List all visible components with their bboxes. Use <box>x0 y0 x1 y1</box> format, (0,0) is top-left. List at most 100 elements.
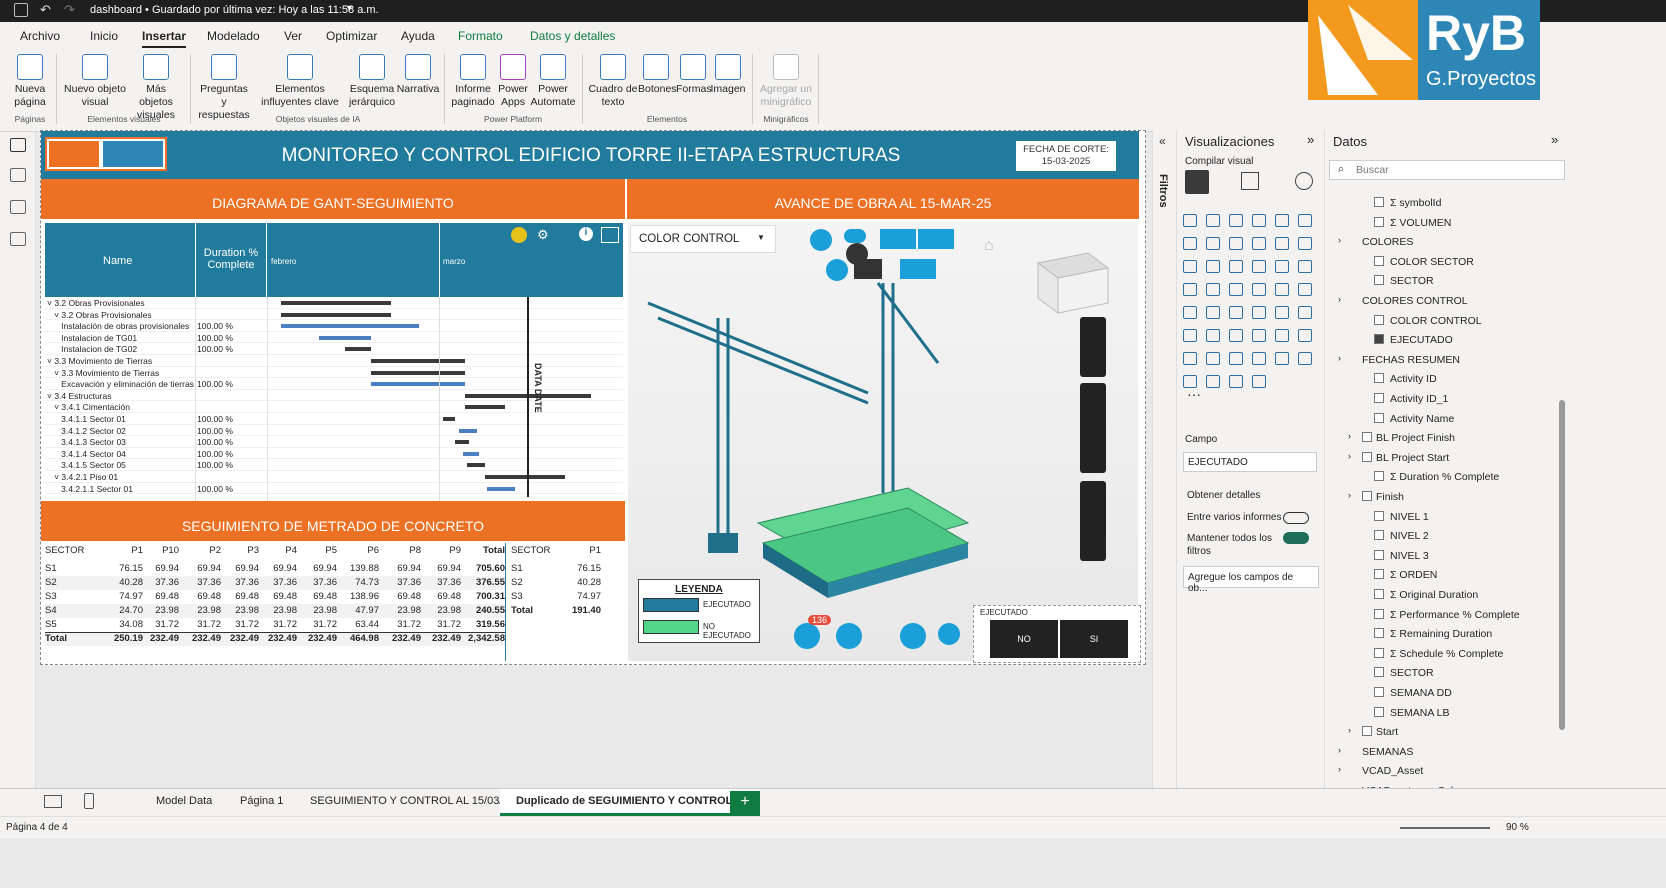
field-checkbox[interactable] <box>1374 255 1384 266</box>
field-checkbox[interactable] <box>1374 569 1384 580</box>
field-checkbox[interactable] <box>1374 667 1384 678</box>
drillthrough-well[interactable]: Agregue los campos de ob... <box>1183 566 1319 594</box>
visual-type-icon[interactable] <box>1275 237 1289 250</box>
build-visual-icon[interactable] <box>1185 170 1209 194</box>
gantt-row[interactable]: ˅ 3.2 Obras Provisionales <box>45 297 623 309</box>
mobile-layout-icon[interactable] <box>84 793 94 809</box>
undo-icon[interactable]: ↶ <box>40 2 51 18</box>
visual-type-icon[interactable] <box>1206 237 1220 250</box>
save-icon[interactable] <box>14 3 28 17</box>
visual-type-icon[interactable] <box>1252 329 1266 342</box>
visual-type-icon[interactable] <box>1206 214 1220 227</box>
keep-filters-toggle[interactable] <box>1283 532 1309 544</box>
zoom-slider[interactable] <box>1400 827 1490 829</box>
chevron-down-icon[interactable]: ▼ <box>345 3 354 13</box>
field-checkbox[interactable] <box>1362 726 1372 737</box>
visual-type-icon[interactable] <box>1183 283 1197 296</box>
narrative-button[interactable]: Narrativa <box>396 54 440 96</box>
chevron-icon[interactable]: › <box>1348 451 1351 461</box>
home-icon[interactable]: ⌂ <box>984 237 994 255</box>
redo-icon[interactable]: ↷ <box>64 2 75 18</box>
report-view-icon[interactable] <box>10 138 26 152</box>
field-item[interactable]: COLOR SECTOR <box>1324 253 1554 271</box>
chevron-icon[interactable]: › <box>1338 745 1341 755</box>
viewer-tool-icon[interactable] <box>880 229 916 249</box>
field-item[interactable]: Σ Original Duration <box>1324 586 1554 604</box>
more-visuals-icon[interactable]: ··· <box>1187 386 1201 402</box>
field-item[interactable]: SEMANA DD <box>1324 684 1554 702</box>
filter-icon[interactable] <box>900 259 936 279</box>
data-search-input[interactable]: ⌕ Buscar <box>1329 160 1565 180</box>
field-item[interactable]: Activity ID_1 <box>1324 390 1554 408</box>
field-item[interactable]: NIVEL 3 <box>1324 547 1554 565</box>
field-item[interactable]: NIVEL 2 <box>1324 527 1554 545</box>
tab-pagina-1[interactable]: Página 1 <box>240 795 283 807</box>
menu-ayuda[interactable]: Ayuda <box>401 29 435 43</box>
gantt-row[interactable]: 3.4.1.3 Sector 03 100.00 % <box>45 436 623 448</box>
visual-type-icon[interactable] <box>1229 329 1243 342</box>
visual-type-icon[interactable] <box>1275 329 1289 342</box>
new-visual-button[interactable]: Nuevo objeto visual <box>62 54 128 109</box>
gantt-row[interactable]: 3.4.1.4 Sector 04 100.00 % <box>45 448 623 460</box>
field-checkbox[interactable] <box>1362 432 1372 443</box>
visual-type-icon[interactable] <box>1183 306 1197 319</box>
gantt-chart[interactable]: Name Duration % Complete febrero marzo ⚙… <box>45 223 623 503</box>
field-item[interactable]: Σ VOLUMEN <box>1324 214 1554 232</box>
gantt-row[interactable]: 3.4.1.5 Sector 05 100.00 % <box>45 459 623 471</box>
field-item[interactable]: › SEMANAS <box>1324 743 1554 761</box>
viewer-tool-icon[interactable] <box>844 229 866 243</box>
visual-type-icon[interactable] <box>1252 306 1266 319</box>
field-item[interactable]: › VCAD_Asset <box>1324 762 1554 780</box>
dax-query-icon[interactable] <box>10 232 26 246</box>
field-item[interactable]: Σ Remaining Duration <box>1324 625 1554 643</box>
power-apps-button[interactable]: Power Apps <box>496 54 530 109</box>
field-item[interactable]: Σ Performance % Complete <box>1324 606 1554 624</box>
chevron-icon[interactable]: › <box>1348 490 1351 500</box>
field-item[interactable]: › BL Project Start <box>1324 449 1554 467</box>
desktop-layout-icon[interactable] <box>44 795 62 808</box>
menu-inicio[interactable]: Inicio <box>90 29 118 43</box>
visual-type-icon[interactable] <box>1252 375 1266 388</box>
visual-type-icon[interactable] <box>1275 260 1289 273</box>
visual-type-icon[interactable] <box>1229 214 1243 227</box>
field-checkbox[interactable] <box>1374 706 1384 717</box>
field-item[interactable]: › BL Project Finish <box>1324 429 1554 447</box>
field-checkbox[interactable] <box>1374 589 1384 599</box>
gantt-row[interactable]: Instalacion de TG02 100.00 % <box>45 343 623 355</box>
field-item[interactable]: › Finish <box>1324 488 1554 506</box>
buttons-button[interactable]: Botones <box>638 54 677 96</box>
settings-icon[interactable] <box>938 623 960 645</box>
visual-type-icon[interactable] <box>1298 237 1312 250</box>
new-page-button[interactable]: Nueva página <box>8 54 52 109</box>
field-checkbox[interactable] <box>1374 197 1384 207</box>
field-checkbox[interactable] <box>1374 471 1384 482</box>
slicer-no[interactable]: NO <box>990 620 1058 658</box>
campo-well[interactable]: EJECUTADO <box>1183 452 1317 472</box>
focus-icon[interactable] <box>601 227 619 243</box>
concrete-table[interactable]: SECTOR P1 P10 P2 P3 P4 P5 P6 P8 P9 Total S1 76.15 69.… <box>45 543 505 653</box>
target-icon[interactable] <box>854 259 882 279</box>
menu-ver[interactable]: Ver <box>284 29 302 43</box>
bim-3d-viewer[interactable]: COLOR CONTROL ▼ ⌂ LEYENDA EJECUTADO NO E… <box>628 223 1138 661</box>
visual-type-icon[interactable] <box>1183 352 1197 365</box>
field-checkbox[interactable] <box>1374 530 1384 541</box>
field-checkbox[interactable] <box>1374 275 1384 286</box>
chevron-icon[interactable]: › <box>1338 235 1341 245</box>
gantt-row[interactable]: Instalación de obras provisionales 100.00… <box>45 320 623 332</box>
viewer-tool-icon[interactable] <box>826 259 848 281</box>
visual-type-icon[interactable] <box>1275 352 1289 365</box>
visual-type-icon[interactable] <box>1252 283 1266 296</box>
color-control-dropdown[interactable]: COLOR CONTROL ▼ <box>630 225 776 253</box>
field-item[interactable]: Activity Name <box>1324 410 1554 428</box>
table-view-icon[interactable] <box>10 168 26 182</box>
field-checkbox[interactable] <box>1374 314 1384 325</box>
settings-icon[interactable]: ⚙ <box>537 227 549 243</box>
add-page-button[interactable]: + <box>730 791 760 813</box>
visual-type-icon[interactable] <box>1229 237 1243 250</box>
field-item[interactable]: COLOR CONTROL <box>1324 312 1554 330</box>
gantt-row[interactable]: ˅ 3.4.2.1 Piso 01 <box>45 471 623 483</box>
field-checkbox[interactable] <box>1374 373 1384 384</box>
field-checkbox[interactable] <box>1374 647 1384 658</box>
field-checkbox[interactable] <box>1362 491 1372 501</box>
format-visual-icon[interactable] <box>1241 172 1259 190</box>
